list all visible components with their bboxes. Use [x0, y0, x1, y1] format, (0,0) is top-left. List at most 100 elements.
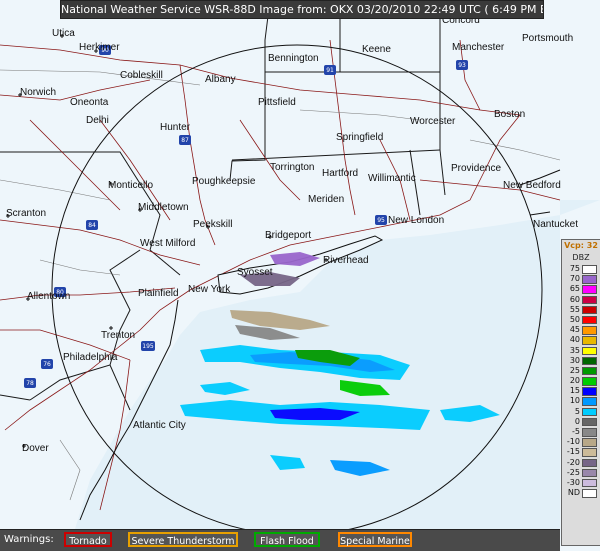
legend-swatch [582, 366, 597, 376]
legend-swatch [582, 407, 597, 417]
city-label: Pittsfield [258, 97, 296, 108]
legend-level: 40 [562, 335, 600, 345]
legend-swatch [582, 315, 597, 325]
legend-level-label: 70 [569, 274, 580, 284]
shield-label: 195 [142, 343, 154, 350]
legend-level: 25 [562, 366, 600, 376]
city-label: Providence [451, 163, 501, 174]
legend-level-label: 20 [569, 376, 580, 386]
shield-label: 91 [326, 67, 334, 74]
city-label: New London [388, 215, 444, 226]
city-label: Middletown [138, 202, 189, 213]
legend-level: 10 [562, 396, 600, 406]
city-label: Meriden [308, 194, 344, 205]
legend-level-label: 35 [569, 345, 580, 355]
shield-label: 93 [458, 62, 466, 69]
city-label: Philadelphia [63, 352, 118, 363]
city-label: Delhi [86, 115, 109, 126]
legend-swatch [582, 458, 597, 468]
legend-level: 65 [562, 284, 600, 294]
city-label: Willimantic [368, 173, 416, 184]
legend-swatch [582, 468, 597, 478]
legend-level-label: 0 [574, 416, 580, 426]
shield-label: 95 [377, 217, 385, 224]
legend-level-label: 65 [569, 284, 580, 294]
legend-level-label: -30 [566, 477, 580, 487]
city-label: Peekskill [193, 219, 232, 230]
legend-swatch [582, 285, 597, 294]
city-label: Allentown [27, 291, 70, 302]
legend-unit: DBZ [572, 253, 590, 262]
warnings-bar: Warnings: Tornado Severe Thunderstorm Fl… [0, 529, 560, 551]
city-label: New Bedford [503, 180, 561, 191]
legend-level: 70 [562, 274, 600, 284]
warnings-label: Warnings: [4, 534, 54, 545]
city-label: Nantucket [533, 219, 578, 230]
city-label: Utica [52, 28, 75, 39]
legend-level-label: 75 [569, 264, 580, 273]
city-label: Herkimer [79, 42, 120, 53]
legend-swatch [582, 326, 597, 335]
legend-swatch [582, 428, 597, 437]
city-label: Atlantic City [133, 420, 186, 431]
legend-level-label: 55 [569, 304, 580, 314]
legend-level-label: 50 [569, 314, 580, 324]
city-label: Hartford [322, 168, 358, 179]
city-label: Plainfield [138, 288, 179, 299]
legend-level-label: 40 [569, 335, 580, 345]
dbz-legend: Vcp: 32 DBZ 75 70 65 60 55 50 45 40 35 30 25 20 15 10… [561, 239, 600, 546]
shield-label: 78 [26, 380, 34, 387]
legend-level-label: 60 [569, 294, 580, 304]
legend-level: 55 [562, 305, 600, 315]
legend-swatch [582, 275, 597, 284]
city-label: Bennington [268, 53, 319, 64]
warning-severe-thunderstorm[interactable]: Severe Thunderstorm [128, 532, 238, 547]
warning-flash-flood[interactable]: Flash Flood [254, 532, 320, 547]
city-label: New York [188, 284, 231, 295]
legend-level: 0 [562, 417, 600, 427]
legend-swatch [582, 265, 597, 274]
legend-level-label: 30 [569, 355, 580, 365]
city-label: Portsmouth [522, 33, 573, 44]
legend-level: 30 [562, 356, 600, 366]
legend-level: -20 [562, 458, 600, 468]
city-label: Manchester [452, 42, 505, 53]
legend-level-label: ND [567, 488, 580, 498]
legend-level: 35 [562, 346, 600, 356]
legend-level-label: -15 [566, 447, 580, 457]
legend-level: -10 [562, 437, 600, 447]
legend-swatch [582, 489, 597, 498]
legend-level: -5 [562, 427, 600, 437]
radar-map: 90 91 93 87 95 84 80 78 195 76 Utica Her… [0, 0, 600, 550]
legend-level: -15 [562, 447, 600, 457]
legend-swatch [582, 438, 597, 447]
warning-special-marine[interactable]: Special Marine [338, 532, 412, 547]
legend-swatch [582, 346, 597, 355]
warning-tornado[interactable]: Tornado [64, 532, 112, 547]
legend-swatch [582, 448, 597, 457]
legend-level: 5 [562, 407, 600, 417]
city-label: Boston [494, 109, 525, 120]
city-label: Worcester [410, 116, 456, 127]
legend-level: 50 [562, 315, 600, 325]
legend-level: -30 [562, 478, 600, 488]
city-label: Riverhead [323, 255, 369, 266]
city-label: Dover [22, 443, 49, 454]
legend-level-label: 10 [569, 396, 580, 406]
legend-level: 15 [562, 386, 600, 396]
city-label: Hunter [160, 122, 191, 133]
city-label: Trenton [101, 330, 135, 341]
legend-level-label: 25 [569, 365, 580, 375]
legend-level: 20 [562, 376, 600, 386]
legend-swatch [582, 295, 597, 305]
legend-swatch [582, 397, 597, 406]
city-label: Torrington [270, 162, 314, 173]
legend-level: 45 [562, 325, 600, 335]
legend-swatch [582, 356, 597, 366]
shield-label: 84 [88, 222, 96, 229]
city-label: West Milford [140, 238, 195, 249]
city-label: Keene [362, 44, 391, 55]
city-label: Albany [205, 74, 236, 85]
legend-rows: 75 70 65 60 55 50 45 40 35 30 25 20 15 10 5 0 -5 -10 -15 -2… [562, 264, 600, 498]
legend-level-label: 15 [569, 386, 580, 396]
